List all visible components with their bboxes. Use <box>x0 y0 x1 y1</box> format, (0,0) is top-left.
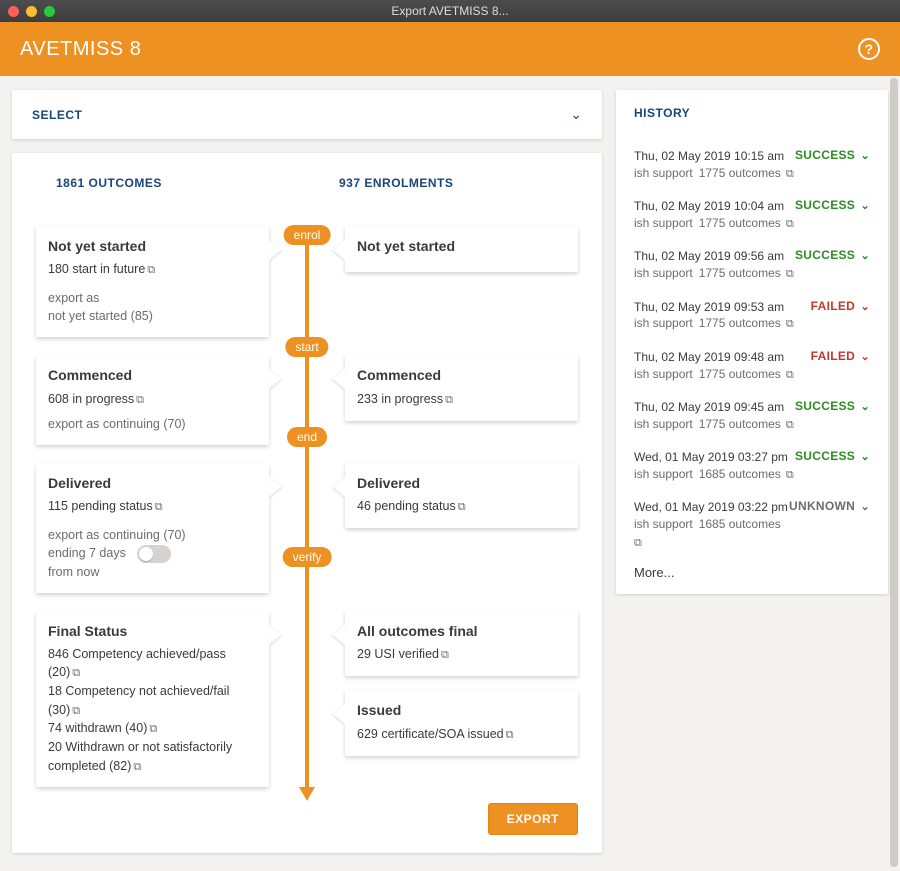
external-link-icon[interactable]: ⧉ <box>458 501 466 513</box>
external-link-icon[interactable]: ⧉ <box>147 264 155 276</box>
select-heading: SELECT <box>32 108 82 122</box>
bubble-title: Commenced <box>48 365 257 385</box>
external-link-icon[interactable]: ⧉ <box>72 667 80 679</box>
window-titlebar: Export AVETMISS 8... <box>0 0 900 22</box>
bubble-title: Not yet started <box>48 236 257 256</box>
external-link-icon[interactable]: ⧉ <box>506 729 514 741</box>
history-meta: ish support1685 outcomes ⧉ <box>634 516 789 551</box>
external-link-icon[interactable]: ⧉ <box>72 705 80 717</box>
history-item[interactable]: Wed, 01 May 2019 03:22 pmish support1685… <box>634 491 870 559</box>
history-item[interactable]: Thu, 02 May 2019 09:45 amish support1775… <box>634 391 870 441</box>
external-link-icon[interactable]: ⧉ <box>136 394 144 406</box>
select-panel-toggle[interactable]: SELECT ⌄ <box>12 90 602 139</box>
timeline-panel: 1861 OUTCOMES 937 ENROLMENTS enrol start… <box>12 153 602 853</box>
history-heading: HISTORY <box>634 106 870 120</box>
chevron-down-icon: ⌄ <box>857 200 870 212</box>
external-link-icon[interactable]: ⧉ <box>783 369 794 381</box>
history-timestamp: Thu, 02 May 2019 09:45 am <box>634 399 794 416</box>
history-status[interactable]: SUCCESS ⌄ <box>795 248 870 262</box>
bubble-title: Issued <box>357 700 566 720</box>
bubble-title: Not yet started <box>357 236 566 256</box>
enrolment-not-yet-started[interactable]: Not yet started <box>345 226 578 272</box>
outcome-commenced[interactable]: Commenced 608 in progress⧉ export as con… <box>36 355 269 444</box>
export-button[interactable]: EXPORT <box>488 803 578 835</box>
close-icon[interactable] <box>8 6 19 17</box>
bubble-title: Delivered <box>48 473 257 493</box>
external-link-icon[interactable]: ⧉ <box>445 394 453 406</box>
enrolment-commenced[interactable]: Commenced 233 in progress⧉ <box>345 355 578 420</box>
outcome-not-yet-started[interactable]: Not yet started 180 start in future⧉ exp… <box>36 226 269 337</box>
help-icon[interactable]: ? <box>858 38 880 60</box>
history-item[interactable]: Thu, 02 May 2019 09:56 amish support1775… <box>634 240 870 290</box>
external-link-icon[interactable]: ⧉ <box>441 649 449 661</box>
external-link-icon[interactable]: ⧉ <box>783 318 794 330</box>
chevron-down-icon: ⌄ <box>857 401 870 413</box>
external-link-icon[interactable]: ⧉ <box>634 537 642 549</box>
history-timestamp: Thu, 02 May 2019 10:15 am <box>634 148 794 165</box>
history-timestamp: Thu, 02 May 2019 09:48 am <box>634 349 794 366</box>
arrow-down-icon <box>299 787 315 801</box>
enrolment-delivered[interactable]: Delivered 46 pending status⧉ <box>345 463 578 528</box>
bubble-title: All outcomes final <box>357 621 566 641</box>
history-panel: HISTORY Thu, 02 May 2019 10:15 amish sup… <box>616 90 888 594</box>
history-meta: ish support1685 outcomes ⧉ <box>634 466 794 483</box>
history-timestamp: Wed, 01 May 2019 03:27 pm <box>634 449 794 466</box>
history-timestamp: Thu, 02 May 2019 10:04 am <box>634 198 794 215</box>
history-item[interactable]: Thu, 02 May 2019 09:48 amish support1775… <box>634 341 870 391</box>
chevron-down-icon: ⌄ <box>857 250 870 262</box>
history-meta: ish support1775 outcomes ⧉ <box>634 215 794 232</box>
outcomes-heading: 1861 OUTCOMES <box>56 176 162 190</box>
history-item[interactable]: Wed, 01 May 2019 03:27 pmish support1685… <box>634 441 870 491</box>
history-status[interactable]: SUCCESS ⌄ <box>795 399 870 413</box>
history-meta: ish support1775 outcomes ⧉ <box>634 165 794 182</box>
window-title: Export AVETMISS 8... <box>0 4 900 18</box>
bubble-title: Delivered <box>357 473 566 493</box>
stage-start: start <box>285 337 328 357</box>
history-meta: ish support1775 outcomes ⧉ <box>634 416 794 433</box>
bubble-title: Final Status <box>48 621 257 641</box>
chevron-down-icon: ⌄ <box>857 501 870 513</box>
enrolments-heading: 937 ENROLMENTS <box>339 176 453 190</box>
history-timestamp: Thu, 02 May 2019 09:53 am <box>634 299 794 316</box>
history-meta: ish support1775 outcomes ⧉ <box>634 265 794 282</box>
history-status[interactable]: UNKNOWN ⌄ <box>789 499 870 513</box>
history-status[interactable]: FAILED ⌄ <box>811 349 870 363</box>
external-link-icon[interactable]: ⧉ <box>783 218 794 230</box>
history-more[interactable]: More... <box>634 565 870 580</box>
outcome-final-status[interactable]: Final Status 846 Competency achieved/pas… <box>36 611 269 787</box>
history-timestamp: Wed, 01 May 2019 03:22 pm <box>634 499 789 516</box>
history-status[interactable]: FAILED ⌄ <box>811 299 870 313</box>
bubble-title: Commenced <box>357 365 566 385</box>
history-item[interactable]: Thu, 02 May 2019 10:04 amish support1775… <box>634 190 870 240</box>
external-link-icon[interactable]: ⧉ <box>155 501 163 513</box>
outcome-delivered[interactable]: Delivered 115 pending status⧉ export as … <box>36 463 269 593</box>
zoom-icon[interactable] <box>44 6 55 17</box>
page-header: AVETMISS 8 ? <box>0 22 900 76</box>
chevron-down-icon: ⌄ <box>857 351 870 363</box>
external-link-icon[interactable]: ⧉ <box>783 419 794 431</box>
chevron-down-icon: ⌄ <box>857 301 870 313</box>
history-item[interactable]: Thu, 02 May 2019 09:53 amish support1775… <box>634 291 870 341</box>
external-link-icon[interactable]: ⧉ <box>783 268 794 280</box>
enrolment-issued[interactable]: Issued 629 certificate/SOA issued⧉ <box>345 690 578 755</box>
chevron-down-icon: ⌄ <box>570 106 582 123</box>
history-timestamp: Thu, 02 May 2019 09:56 am <box>634 248 794 265</box>
external-link-icon[interactable]: ⧉ <box>149 723 157 735</box>
external-link-icon[interactable]: ⧉ <box>783 168 794 180</box>
history-meta: ish support1775 outcomes ⧉ <box>634 366 794 383</box>
chevron-down-icon: ⌄ <box>857 451 870 463</box>
minimize-icon[interactable] <box>26 6 37 17</box>
history-meta: ish support1775 outcomes ⧉ <box>634 315 794 332</box>
history-item[interactable]: Thu, 02 May 2019 10:15 amish support1775… <box>634 140 870 190</box>
page-title: AVETMISS 8 <box>20 38 141 61</box>
external-link-icon[interactable]: ⧉ <box>133 761 141 773</box>
history-status[interactable]: SUCCESS ⌄ <box>795 449 870 463</box>
chevron-down-icon: ⌄ <box>857 150 870 162</box>
external-link-icon[interactable]: ⧉ <box>783 469 794 481</box>
history-status[interactable]: SUCCESS ⌄ <box>795 198 870 212</box>
ending-days-toggle[interactable] <box>137 545 171 563</box>
history-status[interactable]: SUCCESS ⌄ <box>795 148 870 162</box>
vertical-scrollbar[interactable] <box>890 78 898 867</box>
enrolment-all-outcomes-final[interactable]: All outcomes final 29 USI verified⧉ <box>345 611 578 676</box>
